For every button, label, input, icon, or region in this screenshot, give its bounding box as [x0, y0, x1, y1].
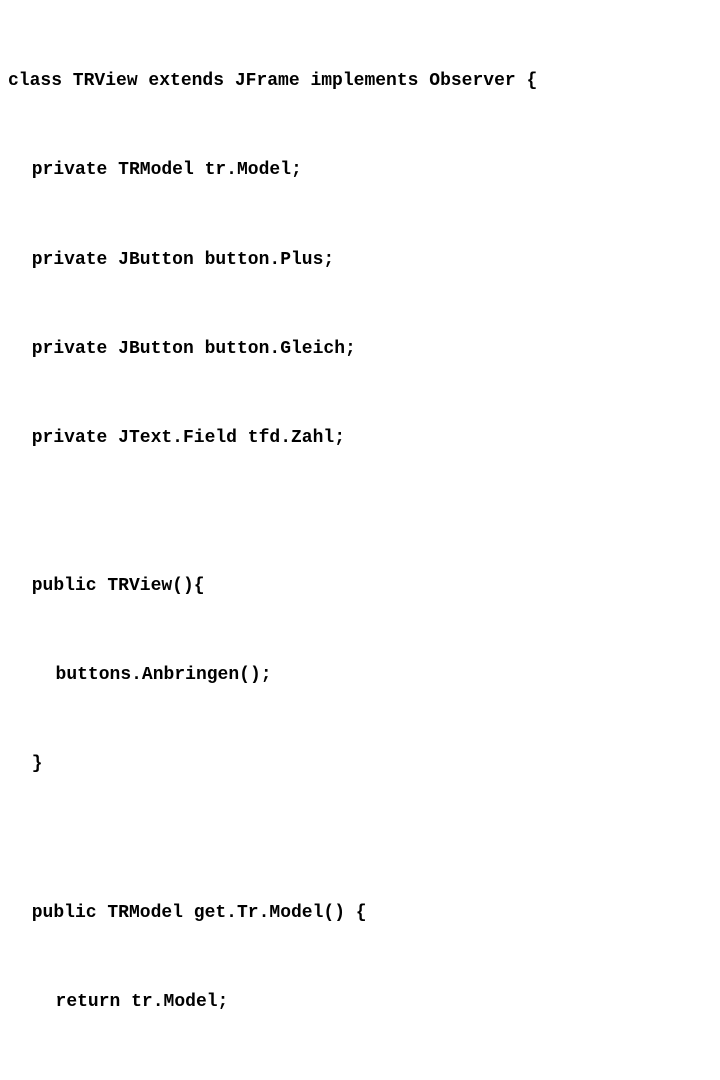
code-line: public TRModel get.Tr.Model() { [8, 899, 712, 929]
code-line: class TRView extends JFrame implements O… [8, 67, 712, 97]
code-line: buttons.Anbringen(); [8, 661, 712, 691]
code-block: class TRView extends JFrame implements O… [8, 8, 712, 1080]
code-line: private JText.Field tfd.Zahl; [8, 424, 712, 454]
code-line: private JButton button.Plus; [8, 246, 712, 276]
code-line: } [8, 750, 712, 780]
code-line: } [8, 1077, 712, 1080]
code-line: private JButton button.Gleich; [8, 335, 712, 365]
code-line: return tr.Model; [8, 988, 712, 1018]
code-line: public TRView(){ [8, 572, 712, 602]
code-line: private TRModel tr.Model; [8, 156, 712, 186]
